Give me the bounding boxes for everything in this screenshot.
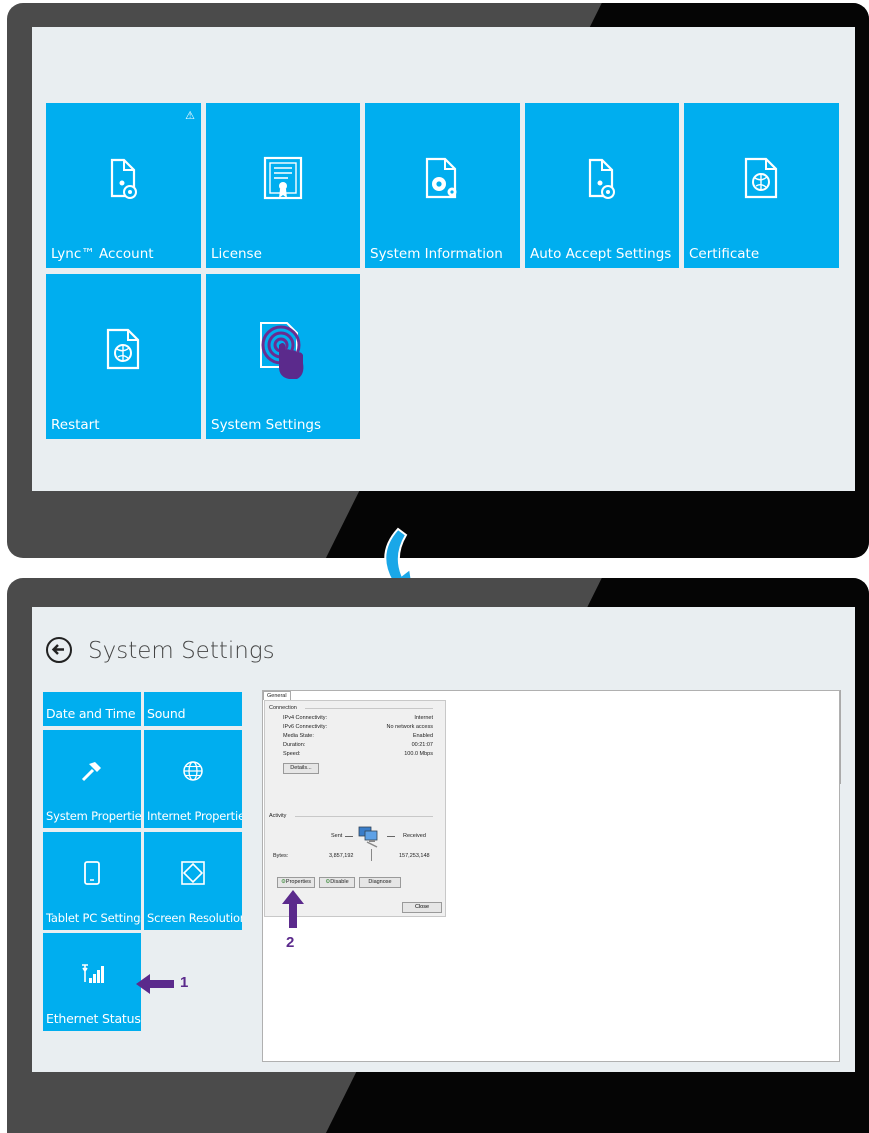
row-value: 100.0 Mbps (404, 751, 433, 757)
tile-ethernet-status[interactable]: Ethernet Status (43, 933, 141, 1031)
bytes-label: Bytes: (273, 853, 289, 859)
document-gear-icon (588, 158, 615, 199)
tile-label: System Properties (46, 809, 141, 823)
tile-system-information[interactable]: System Information (365, 103, 520, 268)
duration-row: Duration: 00:21:07 (283, 742, 433, 748)
tile-screen-resolution[interactable]: Screen Resolution (144, 832, 242, 930)
back-button[interactable] (46, 637, 72, 663)
row-value: No network access (386, 724, 433, 730)
tile-label: Restart (51, 417, 100, 433)
properties-label: Properties (285, 879, 311, 885)
callout-arrow-left-icon (136, 974, 174, 994)
tile-label: Lync™ Account (51, 246, 154, 262)
tile-lync-account[interactable]: ⚠ Lync™ Account (46, 103, 201, 268)
screen-diamond-icon (181, 861, 205, 885)
row-label: Duration: (283, 742, 306, 748)
bytes-received-value: 157,253,148 (399, 853, 430, 859)
tile-label: Tablet PC Settings (46, 911, 141, 925)
tile-label: Ethernet Status (46, 1011, 141, 1026)
tablet-icon (84, 861, 100, 886)
tile-label: System Information (370, 246, 503, 262)
signal-bars-icon (82, 964, 104, 984)
close-button[interactable]: Close (402, 902, 442, 913)
tile-license[interactable]: License (206, 103, 360, 268)
tile-system-settings[interactable]: System Settings (206, 274, 360, 439)
tile-tablet-pc-settings[interactable]: Tablet PC Settings (43, 832, 141, 930)
row-label: IPv6 Connectivity: (283, 724, 328, 730)
tile-date-and-time[interactable]: Date and Time (43, 692, 141, 726)
ethernet-status-dialog: General Connection IPv4 Connectivity: Int… (263, 691, 446, 917)
tab-general[interactable]: General (263, 691, 291, 700)
media-state-row: Media State: Enabled (283, 733, 433, 739)
received-line (387, 836, 395, 837)
tile-sound[interactable]: Sound (144, 692, 242, 726)
hammer-icon (81, 762, 101, 782)
ipv4-row: IPv4 Connectivity: Internet (283, 715, 433, 721)
row-label: Speed: (283, 751, 301, 757)
touch-hand-icon (260, 321, 304, 379)
page-title: System Settings (88, 638, 275, 664)
tile-restart[interactable]: Restart (46, 274, 201, 439)
connection-divider (305, 708, 433, 709)
certificate-icon (263, 156, 303, 199)
document-gears-icon (425, 157, 456, 198)
tile-internet-properties[interactable]: Internet Properties (144, 730, 242, 828)
disable-button[interactable]: ⚙Disable (319, 877, 355, 888)
tile-label: Date and Time (46, 706, 136, 721)
document-gear-icon (110, 158, 137, 199)
tile-label: Sound (147, 706, 186, 721)
tile-label: System Settings (211, 417, 322, 433)
globe-icon (183, 761, 203, 781)
bytes-sent-value: 3,857,192 (329, 853, 354, 859)
ipv6-row: IPv6 Connectivity: No network access (283, 724, 433, 730)
row-value: Internet (414, 715, 433, 721)
back-arrow-icon (51, 644, 64, 655)
row-label: IPv4 Connectivity: (283, 715, 328, 721)
document-globe-icon (744, 157, 777, 198)
details-button[interactable]: Details... (283, 763, 319, 774)
speed-row: Speed: 100.0 Mbps (283, 751, 433, 757)
callout-number-2: 2 (286, 934, 295, 951)
document-globe-icon (106, 328, 139, 369)
warning-icon: ⚠ (185, 110, 195, 122)
tile-label: Screen Resolution (147, 911, 242, 925)
callout-number-1: 1 (180, 974, 189, 991)
properties-button[interactable]: ⚙Properties (277, 877, 315, 888)
tile-system-properties[interactable]: System Properties (43, 730, 141, 828)
sent-label: Sent (331, 833, 343, 839)
bytes-divider (371, 849, 372, 861)
tile-label: Certificate (689, 246, 760, 262)
tile-certificate[interactable]: Certificate (684, 103, 839, 268)
disable-label: Disable (330, 879, 349, 885)
row-value: Enabled (412, 733, 433, 739)
activity-header: Activity (269, 813, 287, 819)
row-label: Media State: (283, 733, 314, 739)
activity-divider (295, 816, 433, 817)
tile-label: License (211, 246, 262, 262)
tile-auto-accept-settings[interactable]: Auto Accept Settings (525, 103, 679, 268)
diagnose-button[interactable]: Diagnose (359, 877, 401, 888)
tile-label: Internet Properties (147, 809, 242, 823)
tile-label: Auto Accept Settings (530, 246, 672, 262)
connection-header: Connection (269, 705, 297, 711)
sent-line (345, 836, 353, 837)
row-value: 00:21:07 (411, 742, 433, 748)
callout-arrow-up-icon (282, 890, 304, 928)
network-computers-icon (358, 826, 378, 848)
received-label: Received (403, 833, 426, 839)
